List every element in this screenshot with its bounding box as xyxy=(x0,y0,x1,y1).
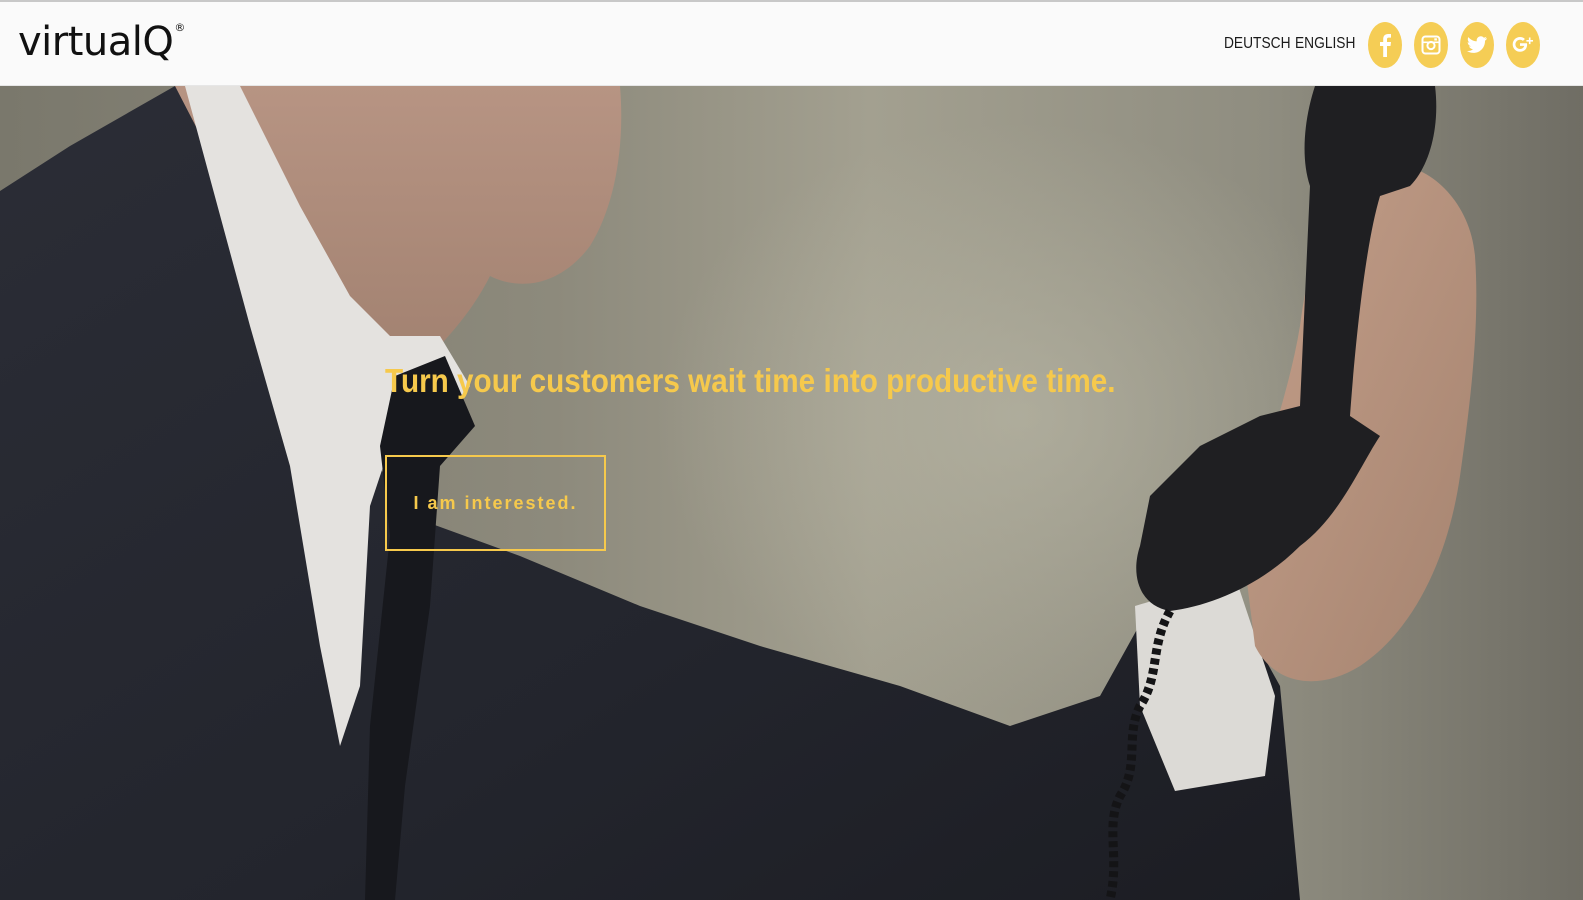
language-deutsch-link[interactable]: DEUTSCH xyxy=(1224,34,1291,54)
google-plus-icon xyxy=(1512,37,1533,52)
twitter-icon xyxy=(1467,36,1487,53)
hero-section: Turn your customers wait time into produ… xyxy=(0,86,1583,900)
logo-text: virtualQ xyxy=(18,19,174,65)
i-am-interested-button[interactable]: I am interested. xyxy=(385,455,606,551)
twitter-button[interactable] xyxy=(1460,22,1494,68)
suit-shape xyxy=(0,86,1300,900)
logo[interactable]: virtualQ ® xyxy=(18,16,185,68)
google-plus-button[interactable] xyxy=(1506,22,1540,68)
cta-label: I am interested. xyxy=(413,492,578,513)
facebook-button[interactable] xyxy=(1368,22,1402,68)
facebook-icon xyxy=(1380,34,1391,57)
registered-mark: ® xyxy=(174,21,186,34)
site-header: virtualQ ® DEUTSCH ENGLISH xyxy=(0,2,1583,86)
instagram-icon xyxy=(1421,35,1441,55)
instagram-button[interactable] xyxy=(1414,22,1448,68)
hero-headline: Turn your customers wait time into produ… xyxy=(385,362,1116,399)
hero-background-image xyxy=(0,86,1477,900)
language-english-link[interactable]: ENGLISH xyxy=(1295,34,1355,54)
